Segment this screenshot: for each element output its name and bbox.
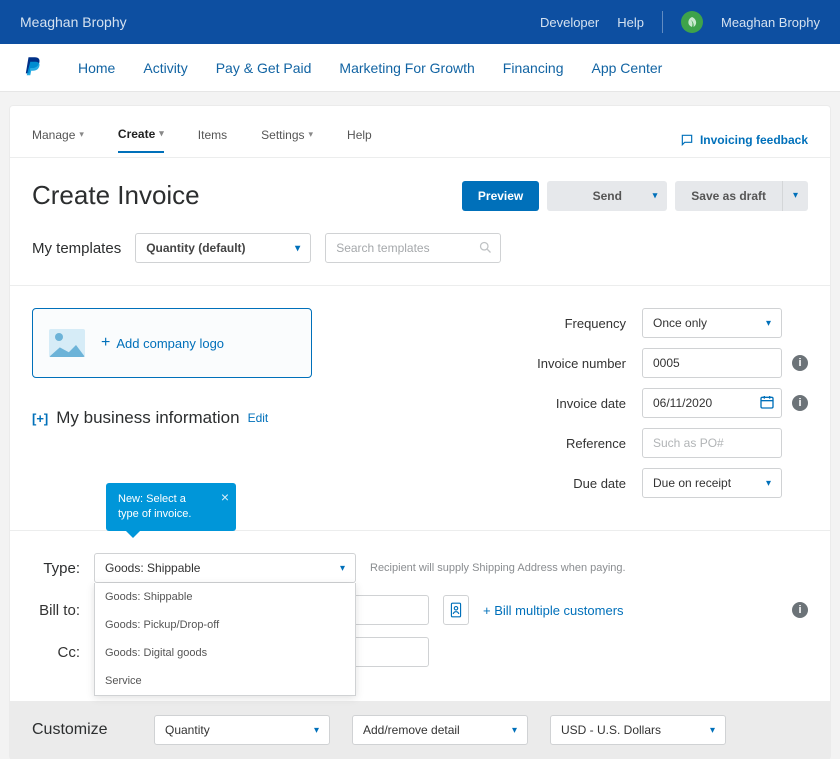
subnav-settings[interactable]: Settings ▾ (261, 128, 313, 152)
main-nav: Home Activity Pay & Get Paid Marketing F… (0, 44, 840, 92)
nav-home[interactable]: Home (78, 60, 115, 76)
page-container: Manage ▾ Create ▾ Items Settings ▾ Help … (10, 106, 830, 759)
calendar-icon[interactable] (759, 394, 775, 410)
type-hint: Recipient will supply Shipping Address w… (370, 562, 626, 574)
cc-label: Cc: (32, 644, 80, 661)
bill-multiple-link[interactable]: + Bill multiple customers (483, 603, 624, 618)
chevron-down-icon: ▾ (653, 190, 658, 201)
image-placeholder-icon (49, 329, 85, 357)
tooltip-text: New: Select a type of invoice. (118, 493, 191, 520)
subnav-help[interactable]: Help (347, 128, 372, 152)
frequency-label: Frequency (488, 316, 642, 331)
account-name: Meaghan Brophy (20, 14, 127, 30)
type-option[interactable]: Goods: Digital goods (95, 639, 355, 667)
developer-link[interactable]: Developer (540, 15, 599, 30)
currency-value: USD - U.S. Dollars (561, 723, 661, 737)
expand-icon[interactable]: [+] (32, 411, 48, 426)
add-logo-label: Add company logo (116, 336, 224, 351)
chevron-down-icon: ▾ (295, 243, 300, 254)
currency-select[interactable]: USD - U.S. Dollars ▾ (550, 715, 726, 745)
chevron-down-icon: ▾ (766, 478, 771, 489)
subnav-create-label: Create (118, 127, 155, 141)
chevron-down-icon: ▾ (314, 725, 319, 736)
subnav-create[interactable]: Create ▾ (118, 127, 164, 153)
due-date-value: Due on receipt (653, 476, 731, 490)
global-topbar: Meaghan Brophy Developer Help Meaghan Br… (0, 0, 840, 44)
chevron-down-icon: ▾ (793, 190, 798, 201)
type-option[interactable]: Service (95, 667, 355, 695)
chevron-down-icon: ▾ (766, 318, 771, 329)
chat-icon (680, 133, 694, 147)
search-icon (478, 240, 493, 255)
address-book-button[interactable] (443, 595, 469, 625)
template-search-input[interactable] (325, 233, 501, 263)
paypal-logo-icon (24, 57, 42, 79)
send-button[interactable]: Send ▾ (547, 181, 667, 211)
info-icon[interactable]: i (792, 602, 808, 618)
reference-label: Reference (488, 436, 642, 451)
due-date-label: Due date (488, 476, 642, 491)
nav-appcenter[interactable]: App Center (592, 60, 663, 76)
nav-financing[interactable]: Financing (503, 60, 564, 76)
customize-bar: Customize Quantity ▾ Add/remove detail ▾… (10, 701, 830, 759)
chevron-down-icon: ▾ (340, 563, 345, 574)
subnav-manage[interactable]: Manage ▾ (32, 128, 84, 152)
invoice-number-label: Invoice number (488, 356, 642, 371)
chevron-down-icon: ▾ (159, 128, 164, 139)
chevron-down-icon: ▾ (309, 129, 314, 140)
new-feature-tooltip: New: Select a type of invoice. × (106, 483, 236, 531)
leaf-icon (686, 16, 698, 28)
customize-label: Customize (32, 721, 132, 739)
subnav-items[interactable]: Items (198, 128, 227, 152)
chevron-down-icon: ▾ (710, 725, 715, 736)
detail-value: Add/remove detail (363, 723, 460, 737)
close-icon[interactable]: × (221, 488, 229, 507)
subnav-manage-label: Manage (32, 128, 75, 142)
template-select[interactable]: Quantity (default) ▾ (135, 233, 311, 263)
avatar[interactable] (681, 11, 703, 33)
add-logo-button[interactable]: + Add company logo (32, 308, 312, 378)
save-draft-button[interactable]: Save as draft (675, 181, 782, 211)
nav-activity[interactable]: Activity (143, 60, 187, 76)
chevron-down-icon: ▾ (512, 725, 517, 736)
info-icon[interactable]: i (792, 395, 808, 411)
business-info-label: My business information (56, 408, 239, 428)
type-select[interactable]: Goods: Shippable ▾ (94, 553, 356, 583)
page-title: Create Invoice (32, 180, 200, 211)
invoice-date-label: Invoice date (488, 396, 642, 411)
invoice-number-input[interactable] (642, 348, 782, 378)
templates-label: My templates (32, 240, 121, 257)
sub-nav: Manage ▾ Create ▾ Items Settings ▾ Help … (10, 122, 830, 158)
preview-button[interactable]: Preview (462, 181, 539, 211)
help-link[interactable]: Help (617, 15, 644, 30)
type-option[interactable]: Goods: Shippable (95, 583, 355, 611)
feedback-label: Invoicing feedback (700, 133, 808, 147)
type-dropdown: Goods: Shippable Goods: Pickup/Drop-off … (94, 583, 356, 696)
nav-marketing[interactable]: Marketing For Growth (339, 60, 474, 76)
frequency-select[interactable]: Once only ▾ (642, 308, 782, 338)
detail-select[interactable]: Add/remove detail ▾ (352, 715, 528, 745)
type-option[interactable]: Goods: Pickup/Drop-off (95, 611, 355, 639)
edit-business-info-link[interactable]: Edit (248, 411, 269, 425)
subnav-settings-label: Settings (261, 128, 304, 142)
chevron-down-icon: ▾ (79, 129, 84, 140)
quantity-value: Quantity (165, 723, 210, 737)
type-label: Type: (32, 560, 80, 577)
save-draft-chevron[interactable]: ▾ (782, 181, 808, 211)
bill-to-label: Bill to: (32, 602, 80, 619)
info-icon[interactable]: i (792, 355, 808, 371)
plus-icon: + (101, 334, 110, 352)
invoicing-feedback-link[interactable]: Invoicing feedback (680, 133, 808, 147)
frequency-value: Once only (653, 316, 707, 330)
type-select-value: Goods: Shippable (105, 561, 200, 575)
quantity-select[interactable]: Quantity ▾ (154, 715, 330, 745)
nav-pay[interactable]: Pay & Get Paid (216, 60, 312, 76)
address-book-icon (449, 602, 463, 618)
send-label: Send (593, 189, 622, 203)
user-name: Meaghan Brophy (721, 15, 820, 30)
reference-input[interactable] (642, 428, 782, 458)
template-selected: Quantity (default) (146, 241, 245, 255)
due-date-select[interactable]: Due on receipt ▾ (642, 468, 782, 498)
divider (662, 11, 663, 33)
